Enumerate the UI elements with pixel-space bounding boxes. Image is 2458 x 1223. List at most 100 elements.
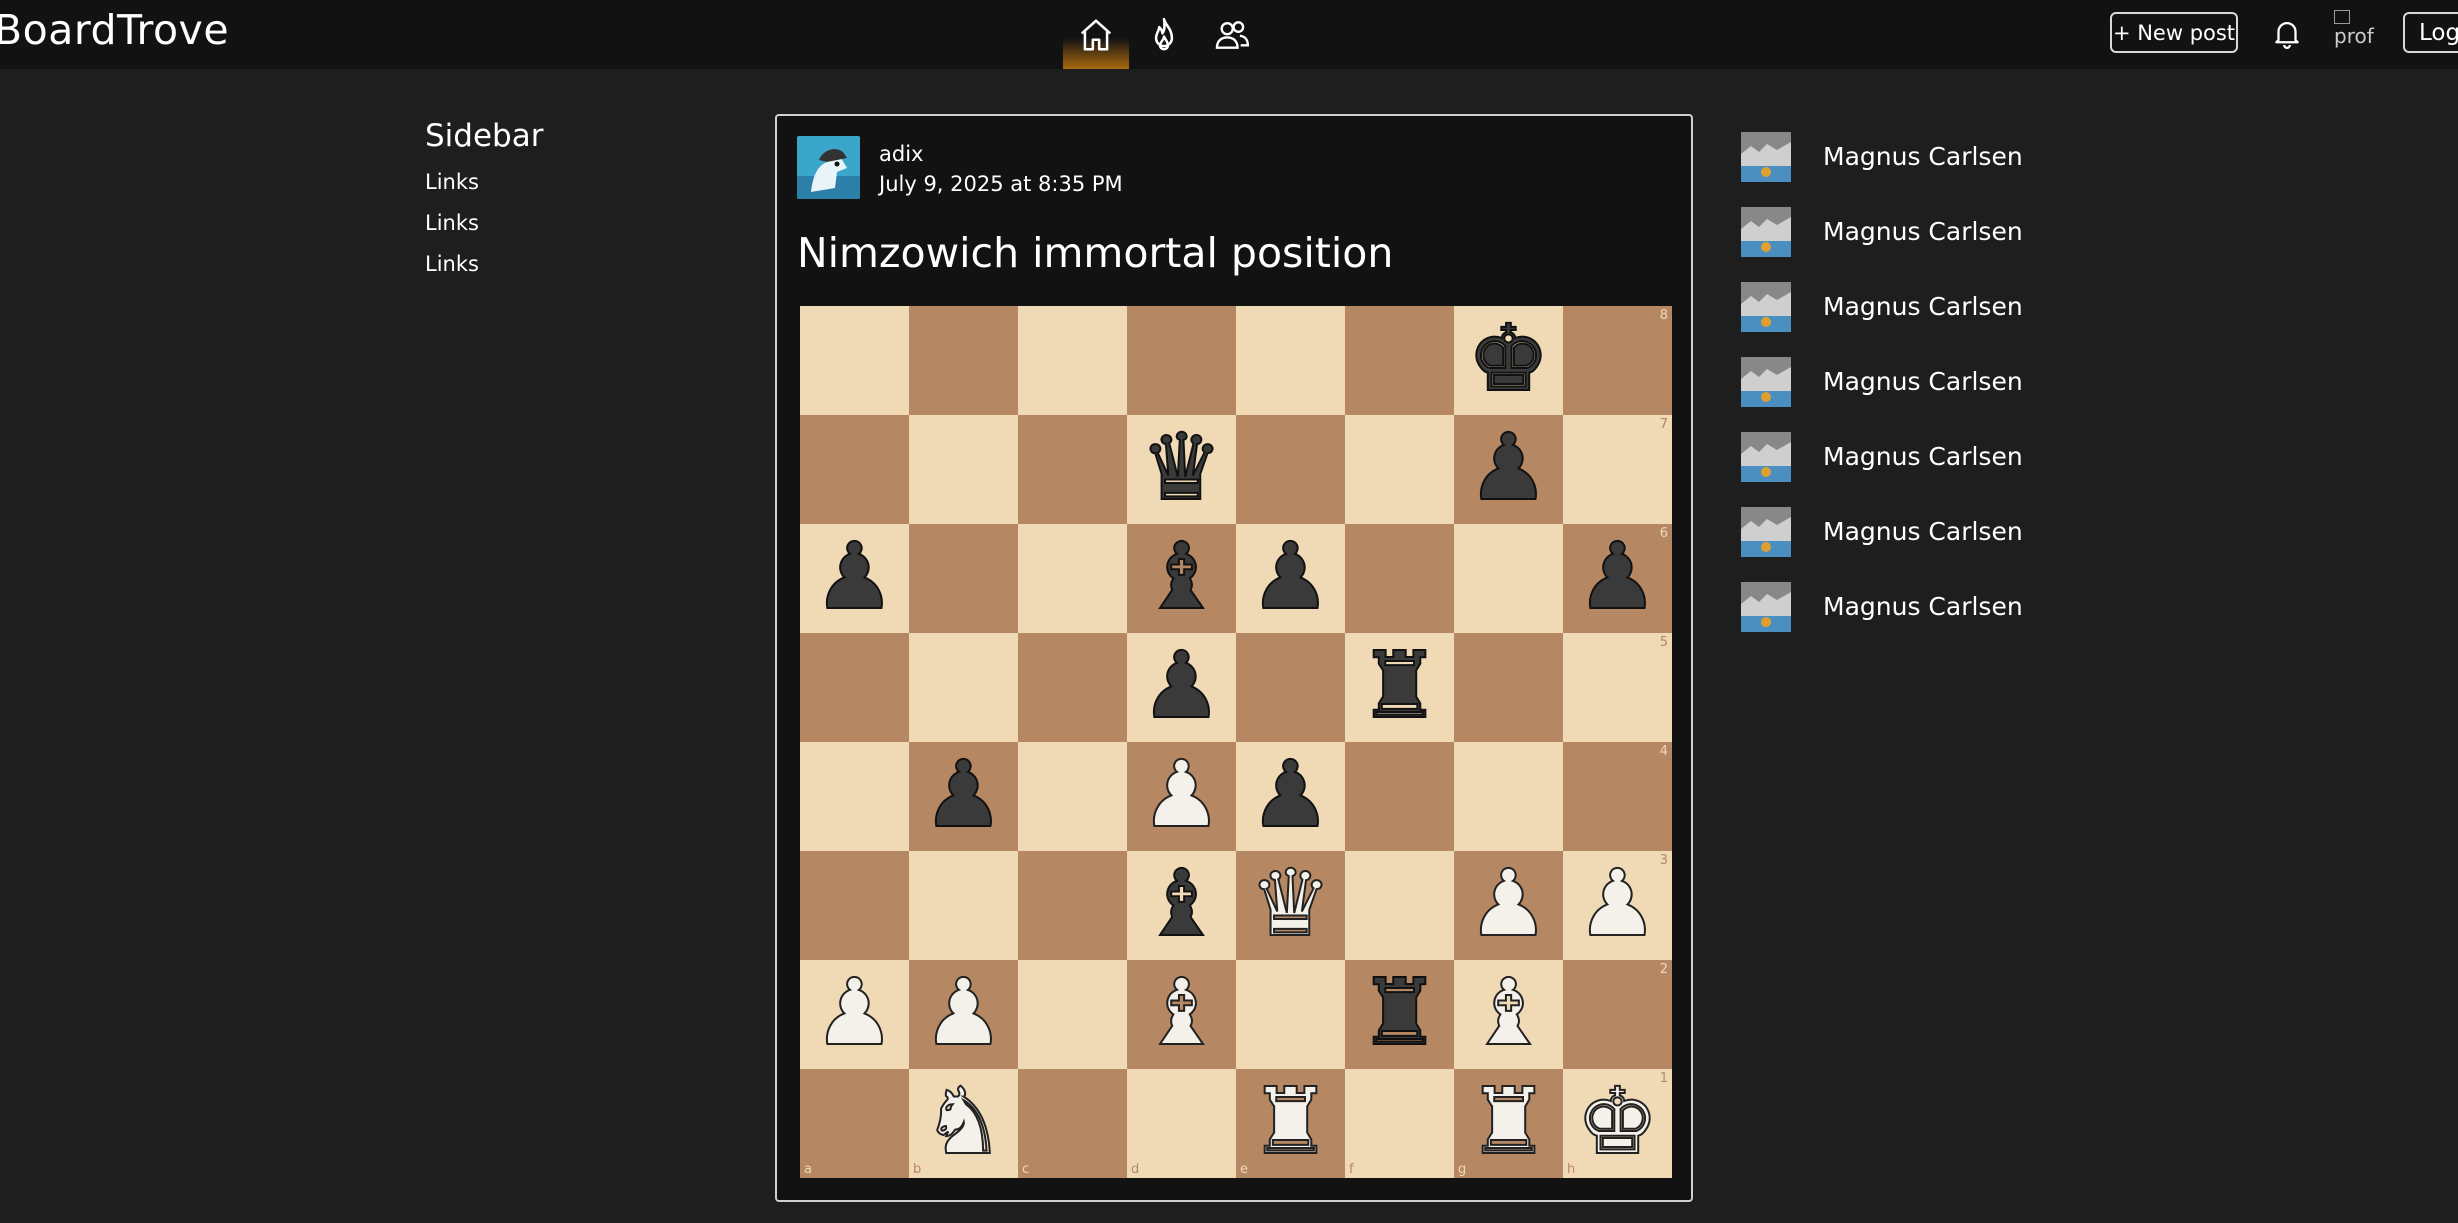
square-a1[interactable]: a [800,1069,909,1178]
square-g7[interactable]: ♟ [1454,415,1563,524]
player-item[interactable]: Magnus Carlsen [1741,419,2141,494]
square-c7[interactable] [1018,415,1127,524]
square-g4[interactable] [1454,742,1563,851]
square-c3[interactable] [1018,851,1127,960]
square-b7[interactable] [909,415,1018,524]
sidebar-link[interactable]: Links [425,211,725,235]
square-b4[interactable]: ♟ [909,742,1018,851]
player-item[interactable]: Magnus Carlsen [1741,119,2141,194]
player-item[interactable]: Magnus Carlsen [1741,269,2141,344]
white-pawn-piece[interactable]: ♟ [1575,856,1659,950]
square-a2[interactable]: ♟ [800,960,909,1069]
square-a4[interactable] [800,742,909,851]
black-rook-piece[interactable]: ♜ [1357,638,1441,732]
new-post-button[interactable]: + New post [2110,12,2238,53]
black-pawn-piece[interactable]: ♟ [1248,529,1332,623]
square-e2[interactable] [1236,960,1345,1069]
square-d5[interactable]: ♟ [1127,633,1236,742]
square-b2[interactable]: ♟ [909,960,1018,1069]
square-h4[interactable]: 4 [1563,742,1672,851]
black-pawn-piece[interactable]: ♟ [1248,747,1332,841]
white-king-piece[interactable]: ♚ [1575,1074,1659,1168]
square-e8[interactable] [1236,306,1345,415]
post-author[interactable]: adix [879,142,923,166]
square-b1[interactable]: b ♞ [909,1069,1018,1178]
square-d6[interactable]: ♝ [1127,524,1236,633]
tab-community[interactable] [1199,0,1265,69]
tab-home[interactable] [1063,0,1129,69]
square-g3[interactable]: ♟ [1454,851,1563,960]
player-item[interactable]: Magnus Carlsen [1741,494,2141,569]
profile-image[interactable]: prof [2334,10,2378,54]
black-bishop-piece[interactable]: ♝ [1139,856,1223,950]
black-pawn-piece[interactable]: ♟ [1575,529,1659,623]
square-b5[interactable] [909,633,1018,742]
author-avatar[interactable] [797,136,860,199]
square-d7[interactable]: ♛ [1127,415,1236,524]
square-d1[interactable]: d [1127,1069,1236,1178]
square-g8[interactable]: ♚ [1454,306,1563,415]
white-rook-piece[interactable]: ♜ [1248,1074,1332,1168]
bell-icon[interactable] [2270,14,2304,52]
tab-hot[interactable] [1131,0,1197,69]
sidebar-link[interactable]: Links [425,252,725,276]
white-pawn-piece[interactable]: ♟ [1466,856,1550,950]
square-f4[interactable] [1345,742,1454,851]
square-h7[interactable]: 7 [1563,415,1672,524]
square-d4[interactable]: ♟ [1127,742,1236,851]
square-a7[interactable] [800,415,909,524]
square-h5[interactable]: 5 [1563,633,1672,742]
white-pawn-piece[interactable]: ♟ [1139,747,1223,841]
square-c1[interactable]: c [1018,1069,1127,1178]
square-f8[interactable] [1345,306,1454,415]
white-pawn-piece[interactable]: ♟ [812,965,896,1059]
square-g6[interactable] [1454,524,1563,633]
square-b8[interactable] [909,306,1018,415]
square-h2[interactable]: 2 [1563,960,1672,1069]
square-f2[interactable]: ♜ [1345,960,1454,1069]
black-king-piece[interactable]: ♚ [1466,311,1550,405]
black-pawn-piece[interactable]: ♟ [1466,420,1550,514]
black-pawn-piece[interactable]: ♟ [1139,638,1223,732]
black-pawn-piece[interactable]: ♟ [921,747,1005,841]
square-g5[interactable] [1454,633,1563,742]
square-b6[interactable] [909,524,1018,633]
white-rook-piece[interactable]: ♜ [1466,1074,1550,1168]
square-f1[interactable]: f [1345,1069,1454,1178]
square-c4[interactable] [1018,742,1127,851]
square-c2[interactable] [1018,960,1127,1069]
black-pawn-piece[interactable]: ♟ [812,529,896,623]
square-e4[interactable]: ♟ [1236,742,1345,851]
square-d8[interactable] [1127,306,1236,415]
square-c5[interactable] [1018,633,1127,742]
square-h6[interactable]: 6 ♟ [1563,524,1672,633]
square-f7[interactable] [1345,415,1454,524]
square-a6[interactable]: ♟ [800,524,909,633]
player-item[interactable]: Magnus Carlsen [1741,344,2141,419]
square-f6[interactable] [1345,524,1454,633]
black-queen-piece[interactable]: ♛ [1139,420,1223,514]
square-g2[interactable]: ♝ [1454,960,1563,1069]
black-bishop-piece[interactable]: ♝ [1139,529,1223,623]
square-f3[interactable] [1345,851,1454,960]
white-queen-piece[interactable]: ♛ [1248,856,1332,950]
login-button[interactable]: Login [2403,12,2458,53]
square-e6[interactable]: ♟ [1236,524,1345,633]
square-d2[interactable]: ♝ [1127,960,1236,1069]
square-c8[interactable] [1018,306,1127,415]
white-bishop-piece[interactable]: ♝ [1466,965,1550,1059]
square-h3[interactable]: 3 ♟ [1563,851,1672,960]
player-item[interactable]: Magnus Carlsen [1741,569,2141,644]
square-h1[interactable]: 1 h ♚ [1563,1069,1672,1178]
square-e3[interactable]: ♛ [1236,851,1345,960]
white-pawn-piece[interactable]: ♟ [921,965,1005,1059]
square-e5[interactable] [1236,633,1345,742]
square-e1[interactable]: e ♜ [1236,1069,1345,1178]
square-g1[interactable]: g ♜ [1454,1069,1563,1178]
square-e7[interactable] [1236,415,1345,524]
square-a5[interactable] [800,633,909,742]
square-d3[interactable]: ♝ [1127,851,1236,960]
sidebar-link[interactable]: Links [425,170,725,194]
square-b3[interactable] [909,851,1018,960]
white-bishop-piece[interactable]: ♝ [1139,965,1223,1059]
